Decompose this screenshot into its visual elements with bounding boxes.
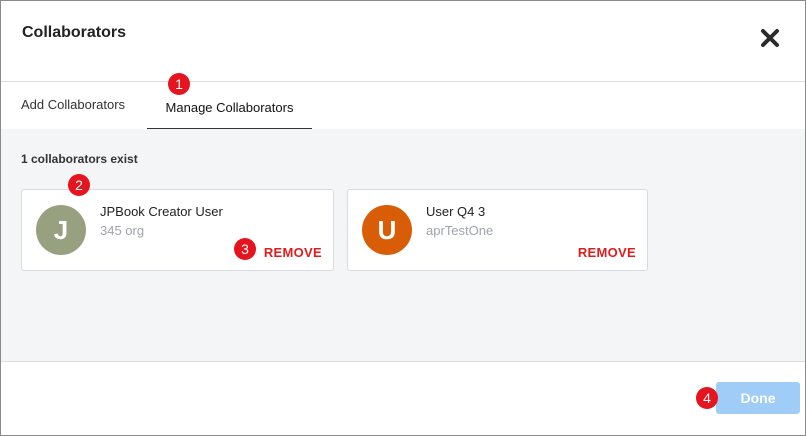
remove-button[interactable]: REMOVE	[578, 245, 636, 260]
collaborator-card: J JPBook Creator User 345 org REMOVE	[21, 189, 334, 271]
annotation-badge-3: 3	[234, 238, 256, 260]
collaborators-dialog: Collaborators Add Collaborators Manage C…	[0, 0, 806, 436]
done-button[interactable]: Done	[716, 382, 800, 414]
collaborator-org: aprTestOne	[426, 223, 494, 238]
annotation-badge-1: 1	[168, 73, 190, 95]
close-icon[interactable]	[757, 25, 783, 51]
collaborator-name: User Q4 3	[426, 204, 486, 219]
collaborator-org: 345 org	[100, 223, 145, 238]
collaborator-card: U User Q4 3 aprTestOne REMOVE	[347, 189, 648, 271]
collaborator-count: 1 collaborators exist	[21, 152, 138, 166]
remove-button[interactable]: REMOVE	[264, 245, 322, 260]
dialog-title: Collaborators	[22, 24, 127, 41]
avatar: J	[36, 205, 86, 255]
collaborators-panel: 1 collaborators exist J JPBook Creator U…	[1, 129, 805, 362]
avatar: U	[362, 205, 412, 255]
dialog-header: Collaborators	[1, 1, 805, 82]
annotation-badge-2: 2	[68, 174, 90, 196]
tab-bar: Add Collaborators Manage Collaborators	[1, 82, 805, 130]
dialog-footer: Done	[1, 362, 805, 435]
tab-add-collaborators[interactable]: Add Collaborators	[21, 82, 125, 128]
annotation-badge-4: 4	[696, 387, 718, 409]
collaborator-name: JPBook Creator User	[100, 204, 223, 219]
